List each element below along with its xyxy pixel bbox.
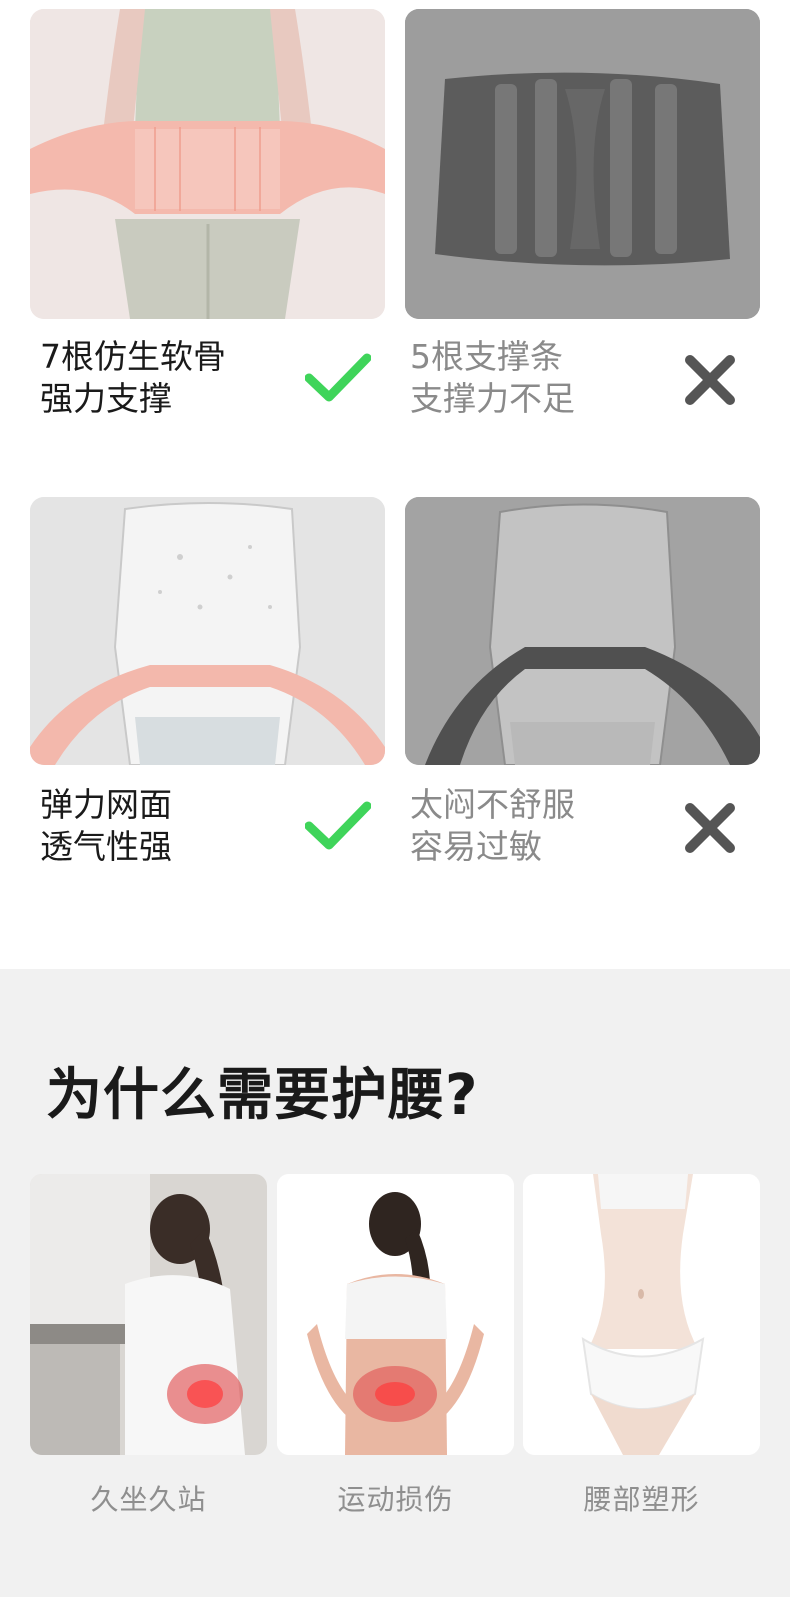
sports-injury-photo xyxy=(277,1174,514,1455)
bad-caption-breathable: 太闷不舒服 容易过敏 xyxy=(410,784,575,868)
cross-icon xyxy=(684,802,736,854)
gray-cloth-glass-photo xyxy=(405,497,760,765)
pink-mesh-glass-photo xyxy=(30,497,385,765)
caption-line: 太闷不舒服 xyxy=(410,785,575,824)
check-icon xyxy=(305,800,371,852)
caption-line: 5根支撑条 xyxy=(410,337,563,376)
cross-icon xyxy=(684,354,736,406)
check-icon xyxy=(305,352,371,404)
good-caption-support: 7根仿生软骨 强力支撑 xyxy=(40,336,226,420)
gray-belt-photo xyxy=(405,9,760,319)
caption-line: 容易过敏 xyxy=(410,827,542,866)
caption-line: 弹力网面 xyxy=(40,785,172,824)
caption-line: 透气性强 xyxy=(40,827,172,866)
good-caption-breathable: 弹力网面 透气性强 xyxy=(40,784,172,868)
reason-label: 久坐久站 xyxy=(90,1483,207,1516)
sitting-standing-photo xyxy=(30,1174,267,1455)
pink-belt-back-photo xyxy=(30,9,385,319)
why-title: 为什么需要护腰? xyxy=(46,1063,479,1128)
waist-shaping-photo xyxy=(523,1174,760,1455)
reason-label: 腰部塑形 xyxy=(583,1483,700,1516)
bad-caption-support: 5根支撑条 支撑力不足 xyxy=(410,336,575,420)
caption-line: 支撑力不足 xyxy=(410,379,575,418)
reason-label: 运动损伤 xyxy=(337,1483,454,1516)
caption-line: 强力支撑 xyxy=(40,379,172,418)
caption-line: 7根仿生软骨 xyxy=(40,337,226,376)
